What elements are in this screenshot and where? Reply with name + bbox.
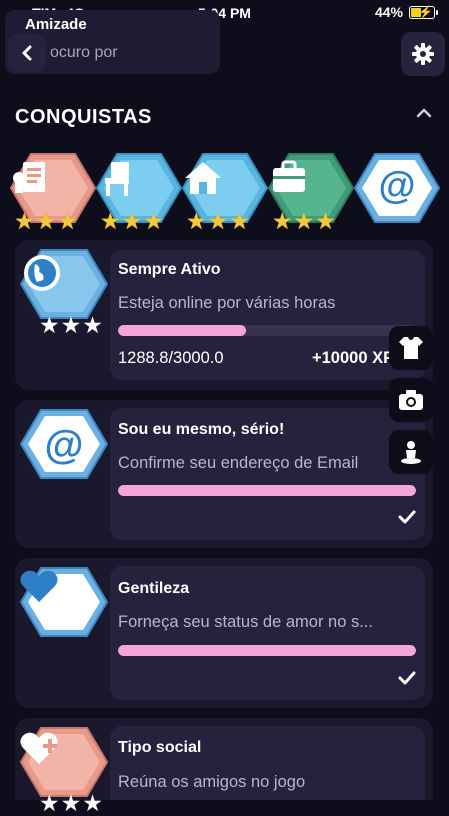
search-input[interactable]: ocuro por: [50, 44, 118, 62]
progress-fill: [118, 325, 247, 336]
achievement-description: Esteja online por várias horas: [118, 294, 336, 312]
section-title: CONQUISTAS: [15, 106, 152, 128]
badge-email[interactable]: @: [353, 152, 441, 232]
outfit-button[interactable]: [389, 326, 433, 370]
achievement-description: Forneça seu status de amor no s...: [118, 613, 373, 631]
chevron-up-icon: [416, 108, 432, 118]
achievement-card-email[interactable]: @ Sou eu mesmo, sério! Confirme seu ende…: [15, 400, 433, 548]
achievement-card-sempre-ativo[interactable]: ★ ★ ★ Sempre Ativo Esteja online por vária…: [15, 240, 433, 390]
achievement-badge: ★ ★ ★: [19, 724, 109, 815]
camera-icon: [399, 390, 423, 410]
achievement-card-gentileza[interactable]: Gentileza Forneça seu status de amor no …: [15, 558, 433, 708]
avatar-pose-button[interactable]: [389, 430, 433, 474]
clothes-icon: [399, 337, 423, 359]
top-bar: Amizade ocuro por: [0, 0, 449, 80]
badge-house[interactable]: ★ ★ ★: [181, 152, 269, 233]
achievement-title: Sou eu mesmo, sério!: [118, 421, 285, 438]
progress-fill: [118, 645, 416, 656]
at-sign-icon: @: [44, 422, 84, 467]
achievement-title: Sempre Ativo: [118, 261, 221, 278]
badge-chair[interactable]: ★ ★ ★: [95, 152, 183, 233]
achievement-badge: ★ ★ ★: [19, 246, 109, 337]
progress-fill: [118, 485, 416, 496]
achievement-badge: @: [19, 406, 109, 496]
person-stand-icon: [401, 441, 421, 464]
checkmark-icon: [398, 510, 416, 529]
achievement-progress-bar: [118, 325, 416, 336]
achievement-title: Gentileza: [118, 580, 190, 597]
achievement-progress-bar: [118, 645, 416, 656]
collapse-button[interactable]: [416, 106, 432, 124]
achievement-description: Confirme seu endereço de Email: [118, 454, 359, 472]
achievement-card-tipo-social[interactable]: ★ ★ ★ Tipo social Reúna os amigos no jogo: [15, 718, 433, 815]
camera-button[interactable]: [389, 378, 433, 422]
achievement-title: Tipo social: [118, 739, 202, 756]
gear-icon: [412, 43, 434, 65]
achievement-progress-text: 1288.8/3000.0: [118, 349, 224, 367]
header-title: Amizade: [25, 16, 87, 33]
achievement-badge: [19, 564, 109, 654]
badge-document[interactable]: ★ ★ ★: [9, 152, 97, 233]
back-button[interactable]: [8, 34, 46, 72]
settings-button[interactable]: [401, 32, 445, 76]
achievement-reward: +10000 XP: [312, 349, 395, 367]
checkmark-icon: [398, 671, 416, 690]
achievement-progress-bar: [118, 485, 416, 496]
badge-suitcase[interactable]: ★ ★ ★: [267, 152, 355, 233]
chevron-left-icon: [22, 45, 32, 61]
at-sign-icon: @: [378, 164, 416, 207]
achievement-description: Reúna os amigos no jogo: [118, 773, 306, 791]
badge-row: ★ ★ ★ ★ ★ ★ ★ ★ ★ ★ ★ ★ @: [0, 152, 449, 236]
